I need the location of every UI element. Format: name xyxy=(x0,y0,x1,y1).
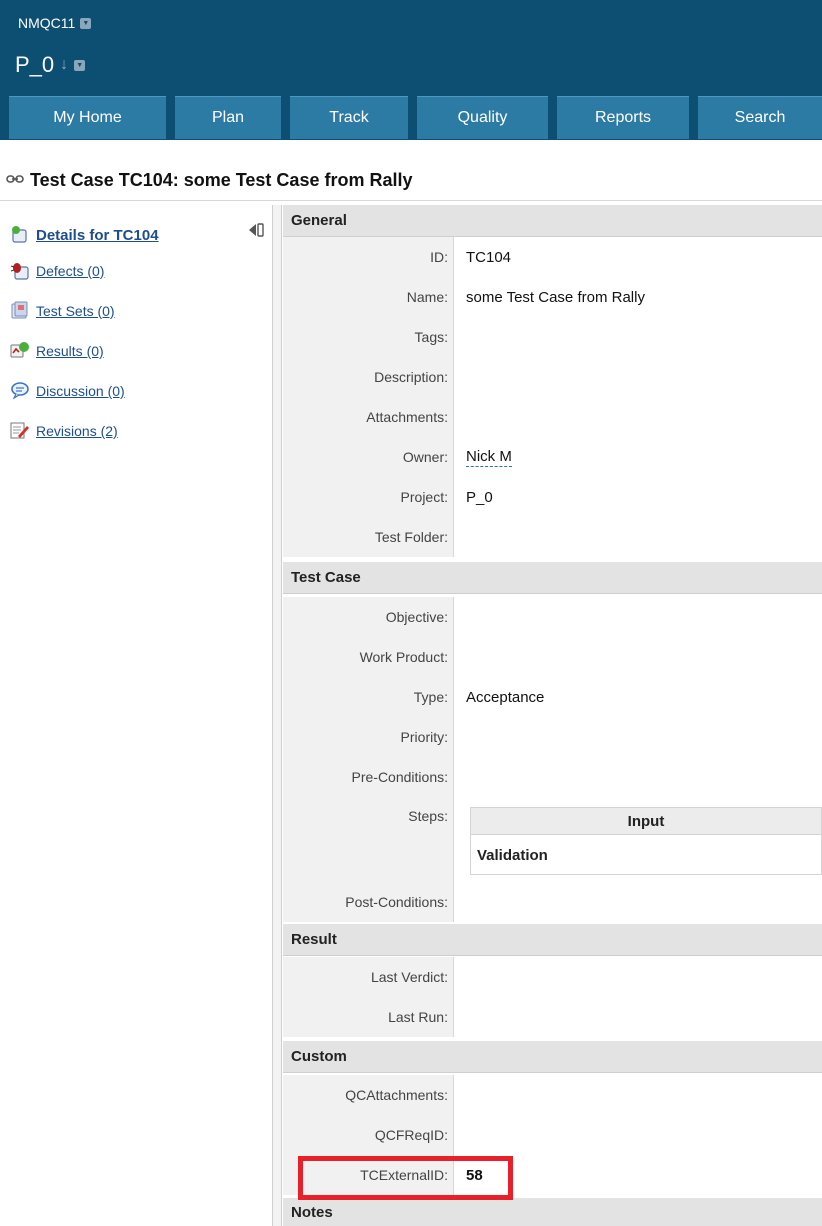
sidebar-item-label: Results (0) xyxy=(36,343,104,359)
steps-row: Validation xyxy=(477,846,548,864)
field-label: Test Folder: xyxy=(283,517,454,557)
field-row-post-conditions: Post-Conditions: xyxy=(283,882,822,922)
sidebar-item-label: Details for TC104 xyxy=(36,226,159,244)
field-row-last-verdict: Last Verdict: xyxy=(283,957,822,997)
details-icon xyxy=(10,225,30,245)
field-row-work-product: Work Product: xyxy=(283,637,822,677)
field-row-objective: Objective: xyxy=(283,597,822,637)
test-set-icon xyxy=(10,301,30,321)
section-notes-header[interactable]: Notes xyxy=(283,1198,822,1226)
tab-my-home[interactable]: My Home xyxy=(9,96,166,139)
field-row-name: Name: some Test Case from Rally xyxy=(283,277,822,317)
field-row-description: Description: xyxy=(283,357,822,397)
field-row-pre-conditions: Pre-Conditions: xyxy=(283,757,822,797)
steps-table[interactable]: Input Validation xyxy=(470,807,822,875)
workspace-name: NMQC11 xyxy=(18,15,76,31)
field-label: Objective: xyxy=(283,597,454,637)
field-row-tags: Tags: xyxy=(283,317,822,357)
chevron-down-icon[interactable]: ▼ xyxy=(74,59,86,71)
chevron-down-icon[interactable]: ▼ xyxy=(80,17,92,29)
sidebar-item-results[interactable]: Results (0) xyxy=(10,339,104,363)
field-label: Pre-Conditions: xyxy=(283,757,454,797)
field-label: Name: xyxy=(283,277,454,317)
field-row-last-run: Last Run: xyxy=(283,997,822,1037)
sidebar-item-label: Test Sets (0) xyxy=(36,303,115,319)
field-row-id: ID: TC104 xyxy=(283,237,822,277)
sidebar-item-label: Defects (0) xyxy=(36,263,105,279)
main-nav-tabs: My Home Plan Track Quality Reports Searc… xyxy=(0,96,822,139)
bug-icon xyxy=(10,261,30,281)
field-label: Attachments: xyxy=(283,397,454,437)
field-label: Priority: xyxy=(283,717,454,757)
app-header: NMQC11 ▼ P_0 ↓ ▼ My Home Plan Track Qual… xyxy=(0,0,822,140)
page-title-row: Test Case TC104: some Test Case from Ral… xyxy=(6,167,412,193)
field-row-attachments: Attachments: xyxy=(283,397,822,437)
field-label: Type: xyxy=(283,677,454,717)
revisions-icon xyxy=(10,421,30,441)
sidebar-item-test-sets[interactable]: Test Sets (0) xyxy=(10,299,115,323)
field-value-type[interactable]: Acceptance xyxy=(466,677,544,717)
workspace-selector[interactable]: NMQC11 ▼ xyxy=(18,12,92,34)
sidebar-item-label: Discussion (0) xyxy=(36,383,125,399)
page-title: Test Case TC104: some Test Case from Ral… xyxy=(30,169,413,190)
field-label: Project: xyxy=(283,477,454,517)
panel-splitter[interactable] xyxy=(272,205,282,1226)
results-icon xyxy=(10,341,30,361)
section-result-header[interactable]: Result xyxy=(283,924,822,956)
field-label: ID: xyxy=(283,237,454,277)
tab-reports[interactable]: Reports xyxy=(557,96,689,139)
tab-search[interactable]: Search xyxy=(698,96,822,139)
tab-track[interactable]: Track xyxy=(290,96,408,139)
tab-quality[interactable]: Quality xyxy=(417,96,548,139)
field-value-tcexternalid[interactable]: 58 xyxy=(466,1155,483,1195)
field-row-qcattachments: QCAttachments: xyxy=(283,1075,822,1115)
field-label: Last Verdict: xyxy=(283,957,454,997)
field-row-project: Project: P_0 xyxy=(283,477,822,517)
section-custom-header[interactable]: Custom xyxy=(283,1041,822,1073)
field-row-test-folder: Test Folder: xyxy=(283,517,822,557)
section-general-header[interactable]: General xyxy=(283,205,822,237)
link-icon[interactable] xyxy=(6,174,24,187)
detail-panel: General ID: TC104 Name: some Test Case f… xyxy=(283,205,822,1226)
field-row-tcexternalid: TCExternalID: 58 xyxy=(283,1155,822,1195)
sidebar-item-label: Revisions (2) xyxy=(36,423,118,439)
tab-plan[interactable]: Plan xyxy=(175,96,281,139)
field-value-project[interactable]: P_0 xyxy=(466,477,493,517)
field-label: TCExternalID: xyxy=(283,1155,454,1195)
divider xyxy=(0,200,822,201)
field-label: Description: xyxy=(283,357,454,397)
field-label: Owner: xyxy=(283,437,454,477)
discussion-icon xyxy=(10,381,30,401)
field-label: Steps: xyxy=(283,797,454,882)
field-label: Tags: xyxy=(283,317,454,357)
field-row-type: Type: Acceptance xyxy=(283,677,822,717)
field-value-owner: Nick M xyxy=(466,437,512,477)
sidebar-item-details[interactable]: Details for TC104 xyxy=(10,223,159,247)
field-value-id: TC104 xyxy=(466,248,512,266)
field-row-priority: Priority: xyxy=(283,717,822,757)
section-test-case-header[interactable]: Test Case xyxy=(283,562,822,594)
field-label: QCFReqID: xyxy=(283,1115,454,1155)
field-label: Post-Conditions: xyxy=(283,882,454,922)
scope-down-arrow-icon[interactable]: ↓ xyxy=(60,57,68,73)
field-label: QCAttachments: xyxy=(283,1075,454,1115)
steps-column-header: Input xyxy=(471,808,821,835)
field-value-name[interactable]: some Test Case from Rally xyxy=(466,277,645,317)
sidebar-item-revisions[interactable]: Revisions (2) xyxy=(10,419,118,443)
owner-link[interactable]: Nick M xyxy=(466,448,512,467)
sidebar-item-discussion[interactable]: Discussion (0) xyxy=(10,379,125,403)
project-selector[interactable]: P_0 ↓ ▼ xyxy=(15,50,86,80)
collapse-sidebar-icon[interactable] xyxy=(248,222,266,238)
field-label: Last Run: xyxy=(283,997,454,1037)
field-row-owner: Owner: Nick M xyxy=(283,437,822,477)
field-label: Work Product: xyxy=(283,637,454,677)
field-row-qcfreqid: QCFReqID: xyxy=(283,1115,822,1155)
project-name: P_0 xyxy=(15,52,55,77)
sidebar-item-defects[interactable]: Defects (0) xyxy=(10,259,104,283)
